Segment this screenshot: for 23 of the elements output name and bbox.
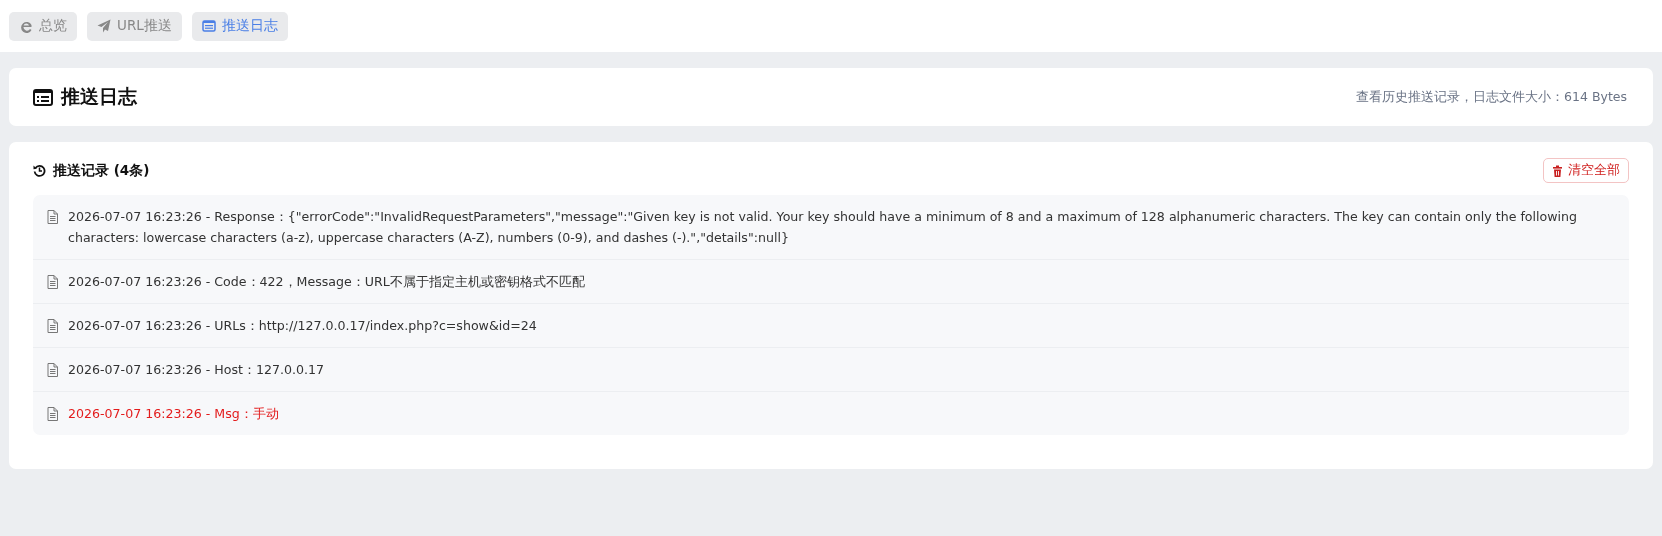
nav-tab[interactable]: 推送日志	[191, 11, 288, 41]
log-entry: 2026-07-07 16:23:26 - Host：127.0.0.17	[68, 361, 325, 379]
log-entry: 2026-07-07 16:23:26 - Response：{"errorCode":"InvalidRequestParameters","message":"Given key is not valid. Your key should have a minimum of 8 and a maximum of 128 alphanumeric characters. The key can contain only the following characters: lowercase characters (a-z), uppercase characters (A-Z), numbers (0-9), and dashes (-).","details":null}	[68, 208, 1579, 247]
nav-tab[interactable]: 总览	[9, 11, 77, 41]
file-icon	[47, 319, 58, 333]
list-icon	[33, 88, 53, 106]
file-icon	[47, 407, 58, 421]
records-title: 推送记录 (4条)	[53, 161, 150, 180]
log-file-info: 查看历史推送记录，日志文件大小：614 Bytes	[1356, 88, 1627, 106]
history-icon	[33, 164, 46, 177]
page-title: 推送日志	[61, 84, 137, 109]
file-icon	[47, 275, 58, 289]
file-icon	[47, 210, 58, 224]
paper-plane-icon	[97, 19, 111, 33]
file-icon	[47, 363, 58, 377]
log-entry: 2026-07-07 16:23:26 - Code：422，Message：URL不属于指定主机或密钥格式不匹配	[68, 273, 585, 291]
clear-all-button[interactable]: 清空全部	[1543, 158, 1629, 183]
log-entry: 2026-07-07 16:23:26 - Msg：手动	[68, 405, 279, 423]
log-entry: 2026-07-07 16:23:26 - URLs：http://127.0.0.17/index.php?c=show&id=24	[68, 317, 537, 335]
nav-tab[interactable]: URL推送	[87, 11, 182, 41]
trash-icon	[1552, 164, 1563, 177]
list-icon	[201, 19, 216, 33]
browser-icon	[19, 19, 33, 33]
